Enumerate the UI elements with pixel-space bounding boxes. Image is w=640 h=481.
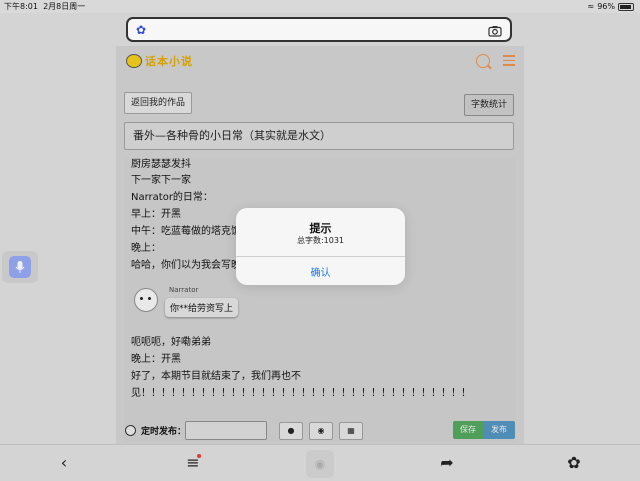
save-button[interactable]: 保存 — [453, 421, 483, 439]
battery-icon — [618, 2, 634, 11]
status-time: 下午8:01 — [4, 2, 38, 11]
content-editor[interactable]: 厨房瑟瑟发抖 下一家下一家 Narrator的日常： 早上：开黑 中午：吃蓝莓做… — [124, 158, 516, 442]
search-bar[interactable]: ✿ — [126, 17, 512, 42]
editor-line: 呃呃呃，好嘞弟弟 — [131, 337, 211, 348]
editor-line: 哈哈，你们以为我会写晚 — [131, 260, 241, 271]
editor-line: 下一家下一家 — [131, 175, 191, 186]
editor-line: 厨房瑟瑟发抖 — [131, 159, 191, 170]
publish-bar: 定时发布： ● ◉ ▦ 保存 发布 — [116, 420, 524, 442]
editor-line: 早上：开黑 — [131, 209, 181, 220]
battery-percent: 96% — [597, 2, 615, 11]
camera-icon[interactable] — [488, 22, 502, 41]
menu-icon[interactable] — [503, 55, 515, 67]
wifi-icon: ≈ — [587, 2, 595, 11]
editor-line: 晚上： — [131, 243, 161, 254]
home-icon[interactable]: ◉ — [306, 450, 334, 478]
browser-nav-bar: ‹ ≡ ◉ ➦ ✿ — [0, 444, 640, 481]
logo-text: 话本小说 — [145, 55, 193, 68]
insert-character-icon[interactable]: ◉ — [309, 422, 333, 440]
editor-line: 中午：吃蓝莓做的塔克饭 — [131, 226, 241, 237]
narrator-avatar — [134, 288, 158, 312]
dialog-message: 总字数:1031 — [296, 236, 345, 245]
confirm-button[interactable]: 确认 — [236, 264, 405, 279]
alert-dialog: 提示 总字数:1031 确认 — [236, 208, 405, 285]
baidu-paw-icon[interactable]: ✿ — [564, 453, 584, 473]
voice-input-button[interactable] — [2, 251, 38, 283]
dialog-title: 提示 — [309, 222, 332, 235]
back-icon[interactable]: ‹ — [54, 453, 74, 473]
publish-button[interactable]: 发布 — [483, 421, 515, 439]
back-to-my-works-button[interactable]: 返回我的作品 — [124, 92, 193, 114]
insert-image-icon[interactable]: ▦ — [339, 422, 363, 440]
dialogue-bubble: 你**给劳资写上 — [165, 298, 239, 317]
word-count-button[interactable]: 字数统计 — [464, 94, 515, 116]
dialog-divider — [236, 256, 405, 257]
editor-line: 好了，本期节目就结束了，我们再也不 — [131, 371, 301, 382]
site-logo[interactable]: 话本小说 — [126, 53, 193, 69]
scheduled-time-input[interactable] — [185, 421, 267, 440]
status-date: 2月8日周一 — [43, 2, 86, 11]
scheduled-publish-label: 定时发布： — [141, 427, 187, 437]
status-bar: 下午8:01 2月8日周一 ≈ 96% — [0, 0, 640, 13]
search-icon[interactable] — [476, 54, 490, 68]
share-icon[interactable]: ➦ — [437, 453, 457, 473]
insert-dialogue-icon[interactable]: ● — [279, 422, 303, 440]
baidu-paw-icon[interactable]: ✿ — [136, 23, 146, 37]
notification-dot — [197, 454, 201, 458]
scheduled-publish-checkbox[interactable] — [125, 425, 136, 436]
editor-line: 见！！！！！！！！！！！！！！！！！！！！！！！！！！！！！！！！！ — [131, 388, 471, 399]
chapter-title-input[interactable]: 番外—各种骨的小日常（其实就是水文） — [124, 122, 514, 150]
logo-mascot-icon — [126, 54, 142, 68]
editor-line: 晚上：开黑 — [131, 354, 181, 365]
editor-line: Narrator的日常： — [131, 192, 213, 203]
dialogue-speaker: Narrator — [169, 286, 199, 294]
microphone-icon — [15, 261, 25, 273]
